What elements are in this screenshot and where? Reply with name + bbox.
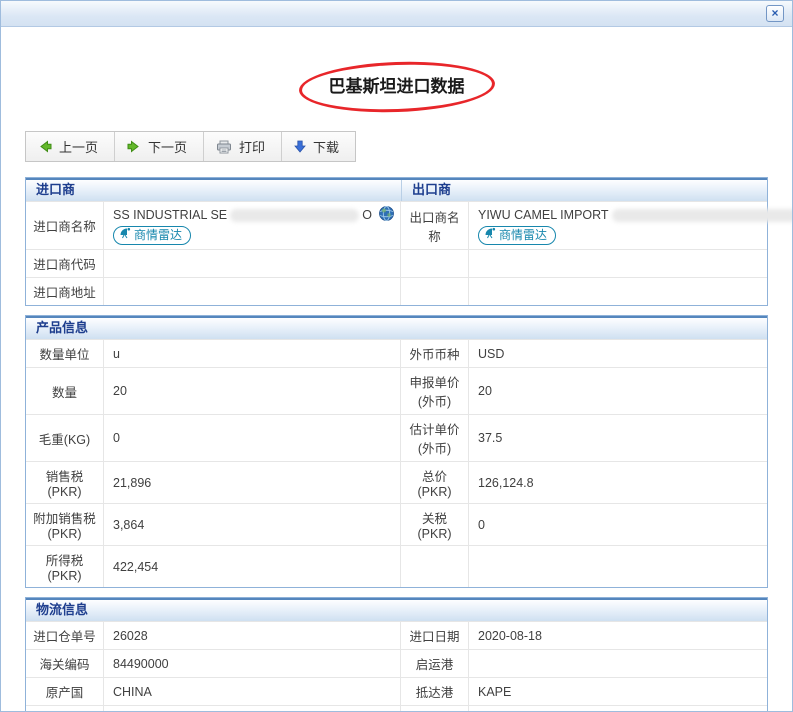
field-value: 422,454 <box>104 546 401 587</box>
field-label: 毛重(KG) <box>26 415 104 461</box>
field-value: 0 <box>104 415 401 461</box>
toolbar: 上一页 下一页 打印 下载 <box>25 131 356 162</box>
field-value: 126,124.8 <box>469 462 767 503</box>
printer-icon <box>216 140 232 154</box>
importer-name-label: 进口商名称 <box>26 202 104 249</box>
field-label: 总价(PKR) <box>401 462 469 503</box>
field-value: USD <box>469 340 767 367</box>
exporter-radar-button[interactable]: 商情雷达 <box>478 226 556 245</box>
field-value <box>104 706 401 712</box>
field-label: 销售税(PKR) <box>26 462 104 503</box>
importer-address-label: 进口商地址 <box>26 278 104 305</box>
field-label: 估计单价(外币) <box>401 415 469 461</box>
importer-name-value: SS INDUSTRIAL SE <box>113 208 227 222</box>
table-row: 原产国 CHINA 抵达港 KAPE <box>26 677 767 705</box>
arrow-down-icon <box>294 140 306 153</box>
table-row: 数量单位 u 外币币种 USD <box>26 339 767 367</box>
section-logistics: 物流信息 进口仓单号 26028 进口日期 2020-08-18 海关编码 84… <box>25 597 768 712</box>
field-label: 外币币种 <box>401 340 469 367</box>
field-label: 启运港 <box>401 650 469 677</box>
table-row: 所得税(PKR) 422,454 <box>26 545 767 587</box>
logistics-section-header: 物流信息 <box>26 598 767 621</box>
field-value: u <box>104 340 401 367</box>
empty-value <box>469 278 767 305</box>
download-button[interactable]: 下载 <box>282 132 355 161</box>
print-button[interactable]: 打印 <box>204 132 282 161</box>
importer-name-cell: SS INDUSTRIAL SE O 商情雷达 <box>104 202 401 249</box>
field-label: 进口日期 <box>401 622 469 649</box>
importer-name-suffix: O <box>362 208 372 222</box>
section-trader: 进口商 出口商 进口商名称 SS INDUSTRIAL SE O 商情雷达 出口商… <box>25 177 768 306</box>
censored-text <box>612 209 793 222</box>
field-value: 3,864 <box>104 504 401 545</box>
table-row: 出口国 <box>26 705 767 712</box>
field-value: 37.5 <box>469 415 767 461</box>
field-label: 数量单位 <box>26 340 104 367</box>
field-label: 海关编码 <box>26 650 104 677</box>
dialog-content: 巴基斯坦进口数据 上一页 下一页 打印 下载 进口商 <box>1 61 792 712</box>
table-row: 进口商名称 SS INDUSTRIAL SE O 商情雷达 出口商名称 YIWU … <box>26 201 767 249</box>
table-row: 销售税(PKR) 21,896 总价(PKR) 126,124.8 <box>26 461 767 503</box>
field-label: 抵达港 <box>401 678 469 705</box>
field-label <box>401 706 469 712</box>
field-value: 20 <box>469 368 767 414</box>
table-row: 海关编码 84490000 启运港 <box>26 649 767 677</box>
product-section-header: 产品信息 <box>26 316 767 339</box>
field-label: 附加销售税(PKR) <box>26 504 104 545</box>
field-value: 0 <box>469 504 767 545</box>
field-value: 20 <box>104 368 401 414</box>
field-label: 申报单价(外币) <box>401 368 469 414</box>
table-row: 毛重(KG) 0 估计单价(外币) 37.5 <box>26 414 767 461</box>
importer-radar-button[interactable]: 商情雷达 <box>113 226 191 245</box>
exporter-name-label: 出口商名称 <box>401 202 469 249</box>
globe-icon[interactable] <box>379 206 394 224</box>
field-label <box>401 546 469 587</box>
field-label: 出口国 <box>26 706 104 712</box>
field-value: 26028 <box>104 622 401 649</box>
importer-address-value <box>104 278 401 305</box>
field-label: 进口仓单号 <box>26 622 104 649</box>
field-value: CHINA <box>104 678 401 705</box>
arrow-right-icon <box>127 140 141 153</box>
field-label: 数量 <box>26 368 104 414</box>
field-value: 84490000 <box>104 650 401 677</box>
censored-text <box>230 209 359 222</box>
empty-label <box>401 250 469 277</box>
table-row: 附加销售税(PKR) 3,864 关税(PKR) 0 <box>26 503 767 545</box>
exporter-name-cell: YIWU CAMEL IMPORT) 商情雷达 <box>469 202 793 249</box>
field-value <box>469 706 767 712</box>
exporter-name-value: YIWU CAMEL IMPORT <box>478 208 609 222</box>
section-product: 产品信息 数量单位 u 外币币种 USD 数量 20 申报单价(外币) 20 毛… <box>25 315 768 588</box>
dialog-titlebar: × <box>1 1 792 27</box>
radar-icon <box>119 227 131 243</box>
table-row: 进口商地址 <box>26 277 767 305</box>
field-value: 21,896 <box>104 462 401 503</box>
field-value: KAPE <box>469 678 767 705</box>
field-label: 关税(PKR) <box>401 504 469 545</box>
empty-value <box>469 250 767 277</box>
table-row: 进口商代码 <box>26 249 767 277</box>
import-data-dialog: × 巴基斯坦进口数据 上一页 下一页 打印 下载 <box>0 0 793 712</box>
field-value <box>469 546 767 587</box>
field-label: 原产国 <box>26 678 104 705</box>
arrow-left-icon <box>38 140 52 153</box>
exporter-header: 出口商 <box>401 180 767 201</box>
trader-section-header: 进口商 出口商 <box>26 178 767 201</box>
radar-icon <box>484 227 496 243</box>
prev-page-button[interactable]: 上一页 <box>26 132 115 161</box>
importer-header: 进口商 <box>26 180 401 201</box>
title-area: 巴基斯坦进口数据 <box>25 61 768 113</box>
field-label: 所得税(PKR) <box>26 546 104 587</box>
importer-code-label: 进口商代码 <box>26 250 104 277</box>
field-value: 2020-08-18 <box>469 622 767 649</box>
next-page-button[interactable]: 下一页 <box>115 132 204 161</box>
table-row: 数量 20 申报单价(外币) 20 <box>26 367 767 414</box>
page-title: 巴基斯坦进口数据 <box>25 61 768 113</box>
field-value <box>469 650 767 677</box>
importer-code-value <box>104 250 401 277</box>
empty-label <box>401 278 469 305</box>
close-icon[interactable]: × <box>766 5 784 22</box>
table-row: 进口仓单号 26028 进口日期 2020-08-18 <box>26 621 767 649</box>
